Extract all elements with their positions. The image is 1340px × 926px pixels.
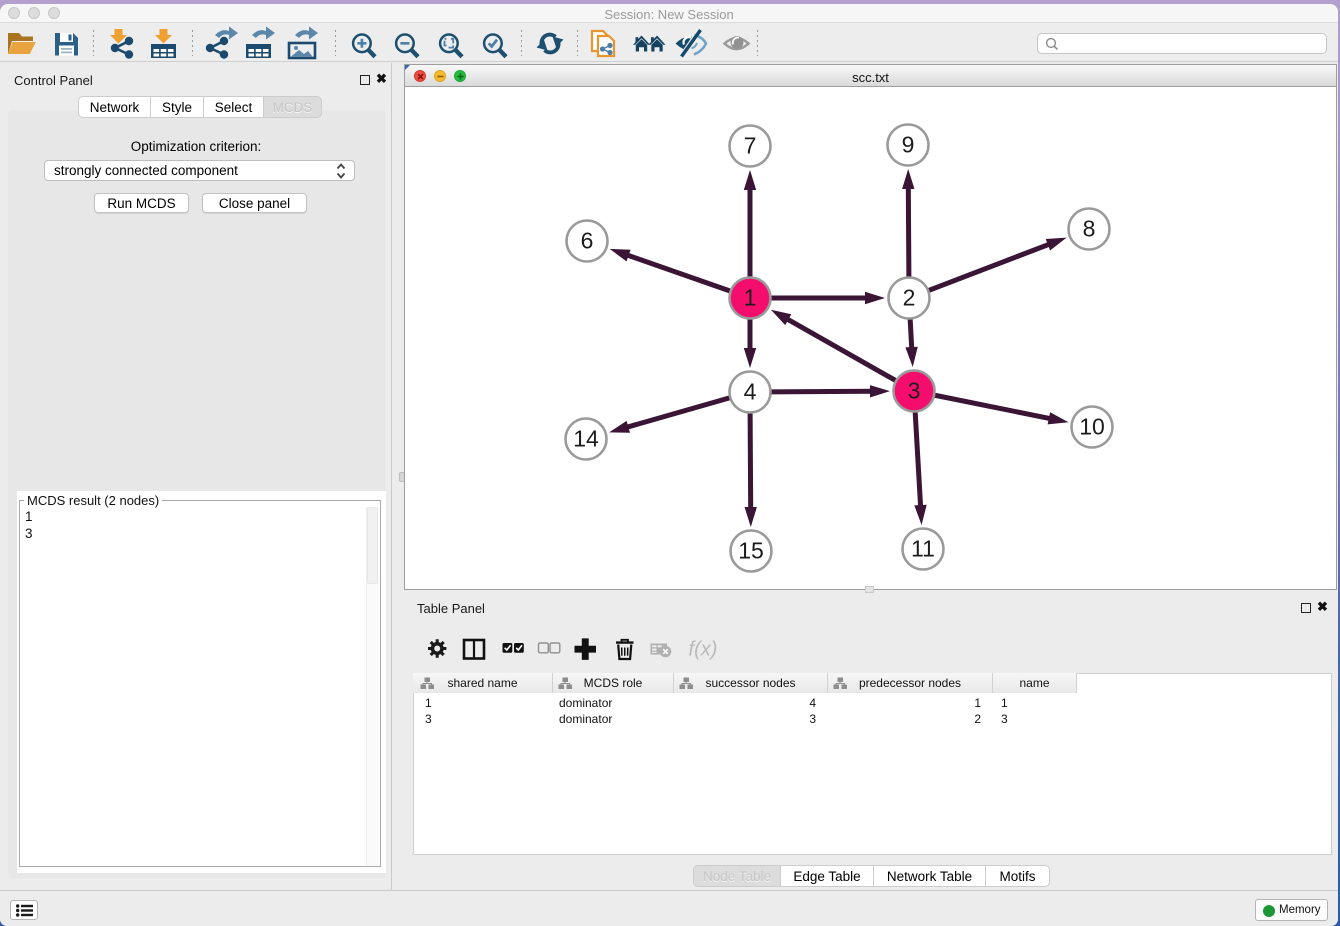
svg-text:f(x): f(x) bbox=[689, 639, 718, 661]
svg-text:8: 8 bbox=[1083, 216, 1096, 242]
svg-text:1: 1 bbox=[744, 285, 757, 311]
svg-text:6: 6 bbox=[581, 228, 594, 254]
svg-text:11: 11 bbox=[911, 536, 935, 562]
svg-text:2: 2 bbox=[903, 285, 916, 311]
svg-text:15: 15 bbox=[738, 538, 764, 564]
svg-text:14: 14 bbox=[573, 426, 599, 452]
svg-text:4: 4 bbox=[744, 379, 757, 405]
svg-text:9: 9 bbox=[902, 132, 915, 158]
svg-text:7: 7 bbox=[744, 133, 757, 159]
svg-text:3: 3 bbox=[908, 378, 921, 404]
svg-text:10: 10 bbox=[1079, 414, 1105, 440]
